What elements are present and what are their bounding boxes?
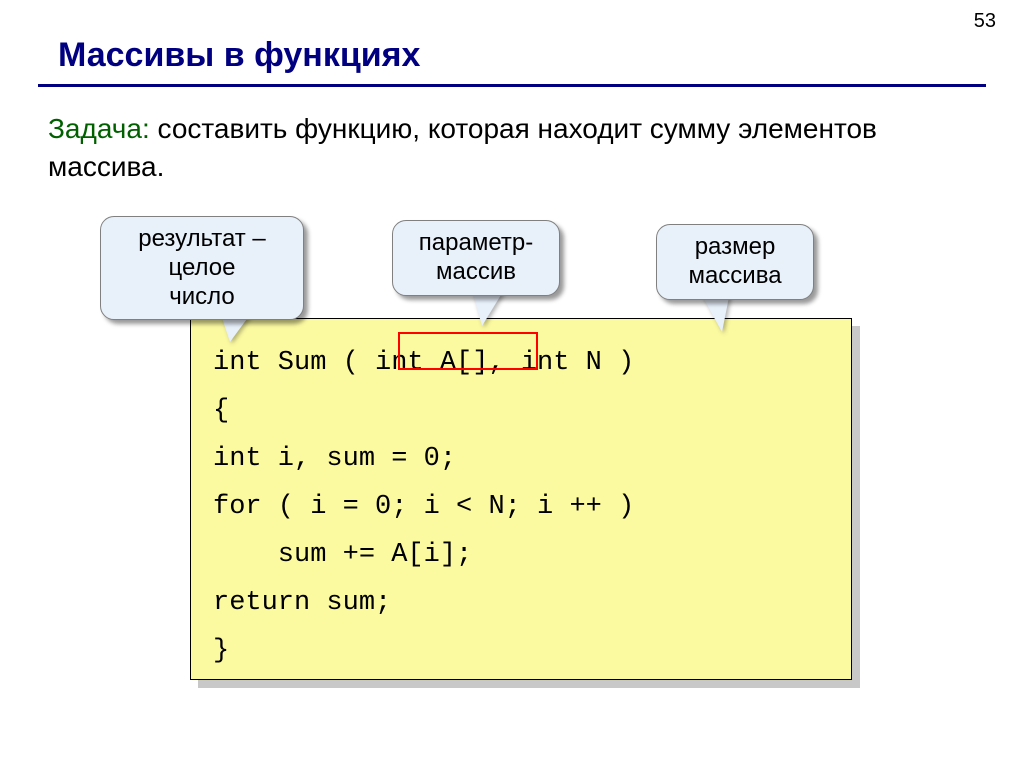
task-text: составить функцию, которая находит сумму… xyxy=(48,113,877,182)
callout-line: массива xyxy=(671,262,799,291)
code-line: } xyxy=(213,636,229,666)
page-number: 53 xyxy=(974,10,996,33)
callout-line: параметр- xyxy=(407,229,545,258)
code-line: return sum; xyxy=(213,588,391,618)
code-line: int Sum ( int A[], int N ) xyxy=(213,348,634,378)
slide-title: Массивы в функциях xyxy=(58,36,420,75)
code-line: { xyxy=(213,396,229,426)
callout-line: целое xyxy=(115,254,289,283)
callout-array-size: размер массива xyxy=(656,224,814,300)
callout-param-array: параметр- массив xyxy=(392,220,560,296)
callout-result-integer: результат – целое число xyxy=(100,216,304,320)
task-description: Задача: составить функцию, которая наход… xyxy=(48,110,968,186)
task-label: Задача: xyxy=(48,113,150,144)
callout-line: результат – xyxy=(115,225,289,254)
callout-line: размер xyxy=(671,233,799,262)
code-line: sum += A[i]; xyxy=(213,540,472,570)
code-line: int i, sum = 0; xyxy=(213,444,456,474)
callout-line: число xyxy=(115,283,289,312)
code-line: for ( i = 0; i < N; i ++ ) xyxy=(213,492,634,522)
code-block: int Sum ( int A[], int N ) { int i, sum … xyxy=(190,318,852,680)
callout-line: массив xyxy=(407,258,545,287)
title-underline xyxy=(38,84,986,87)
